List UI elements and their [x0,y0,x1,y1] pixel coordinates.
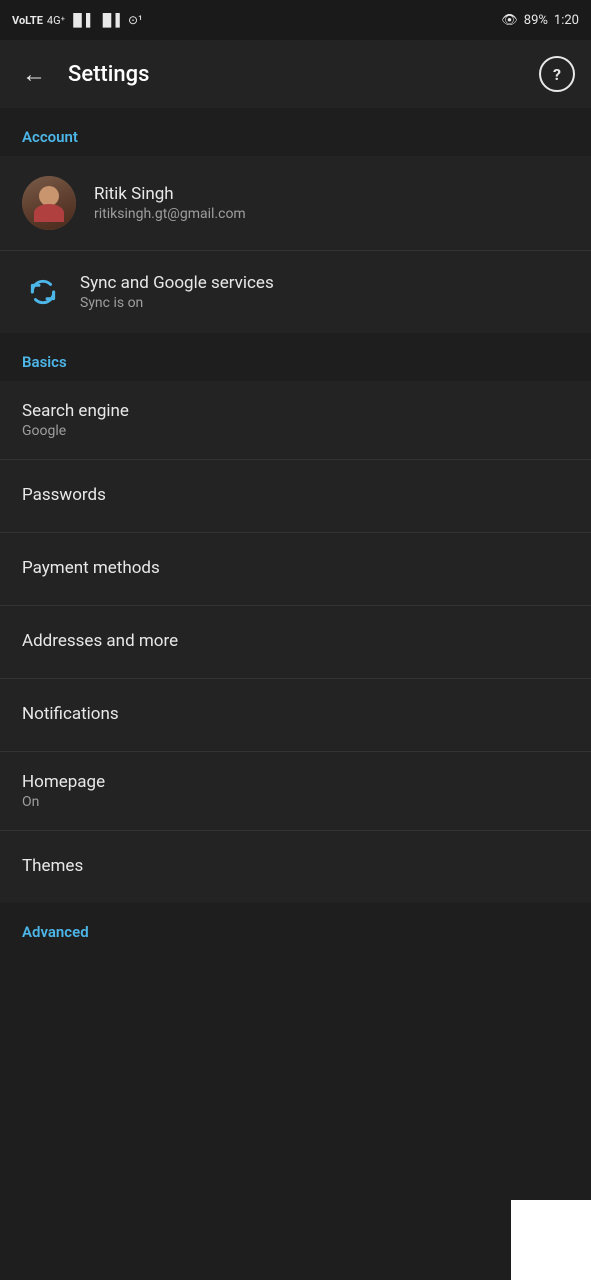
payment-methods-content: Payment methods [22,558,569,580]
status-bar: VoLTE 4G⁺ ▐▌▌ ▐▌▌ ⊙¹ 👁 89% 1:20 [0,0,591,40]
avatar [22,176,76,230]
search-engine-value: Google [22,423,569,439]
signal-bars-icon: ▐▌▌ [69,13,95,27]
sync-icon-wrap [22,271,64,313]
time-display: 1:20 [554,13,579,28]
help-icon: ? [553,65,561,84]
back-button[interactable]: ← [16,56,52,92]
page-title: Settings [68,62,149,87]
addresses-item[interactable]: Addresses and more [0,606,591,678]
battery-icon: 89% [524,13,548,28]
sync-item-content: Sync and Google services Sync is on [80,273,569,311]
notifications-title: Notifications [22,704,569,724]
user-info: Ritik Singh ritiksingh.gt@gmail.com [94,184,569,222]
advanced-section-label: Advanced [0,903,591,951]
notifications-item[interactable]: Notifications [0,679,591,751]
status-right: 👁 89% 1:20 [501,13,579,28]
basics-section-label: Basics [0,333,591,381]
app-bar: ← Settings ? [0,40,591,108]
search-engine-title: Search engine [22,401,569,421]
user-email: ritiksingh.gt@gmail.com [94,206,569,222]
app-bar-left: ← Settings [16,56,149,92]
advanced-section: Advanced [0,903,591,951]
addresses-content: Addresses and more [22,631,569,653]
help-button[interactable]: ? [539,56,575,92]
homepage-value: On [22,794,569,810]
avatar-body [34,204,64,222]
avatar-head [39,186,59,206]
notifications-content: Notifications [22,704,569,726]
sync-title: Sync and Google services [80,273,569,293]
payment-methods-title: Payment methods [22,558,569,578]
user-name: Ritik Singh [94,184,569,204]
sync-subtitle: Sync is on [80,295,569,311]
eye-icon: 👁 [501,13,518,28]
wifi-icon: ⊙¹ [128,13,142,27]
payment-methods-item[interactable]: Payment methods [0,533,591,605]
sync-icon [27,276,59,308]
avatar-image [22,176,76,230]
account-section-label: Account [0,108,591,156]
homepage-item[interactable]: Homepage On [0,752,591,830]
search-engine-item[interactable]: Search engine Google [0,381,591,459]
search-engine-content: Search engine Google [22,401,569,439]
passwords-title: Passwords [22,485,569,505]
network-4g-icon: 4G⁺ [47,14,65,27]
account-section: Account Ritik Singh ritiksingh.gt@gmail.… [0,108,591,333]
volte-icon: VoLTE [12,14,43,27]
back-arrow-icon: ← [22,60,46,89]
basics-section: Basics Search engine Google Passwords Pa… [0,333,591,903]
passwords-content: Passwords [22,485,569,507]
homepage-content: Homepage On [22,772,569,810]
status-left: VoLTE 4G⁺ ▐▌▌ ▐▌▌ ⊙¹ [12,13,143,27]
sync-services-item[interactable]: Sync and Google services Sync is on [0,251,591,333]
addresses-title: Addresses and more [22,631,569,651]
homepage-title: Homepage [22,772,569,792]
user-profile-item[interactable]: Ritik Singh ritiksingh.gt@gmail.com [0,156,591,250]
signal-bars2-icon: ▐▌▌ [99,13,125,27]
themes-content: Themes [22,856,569,878]
passwords-item[interactable]: Passwords [0,460,591,532]
themes-item[interactable]: Themes [0,831,591,903]
bottom-overlay [511,1200,591,1280]
themes-title: Themes [22,856,569,876]
